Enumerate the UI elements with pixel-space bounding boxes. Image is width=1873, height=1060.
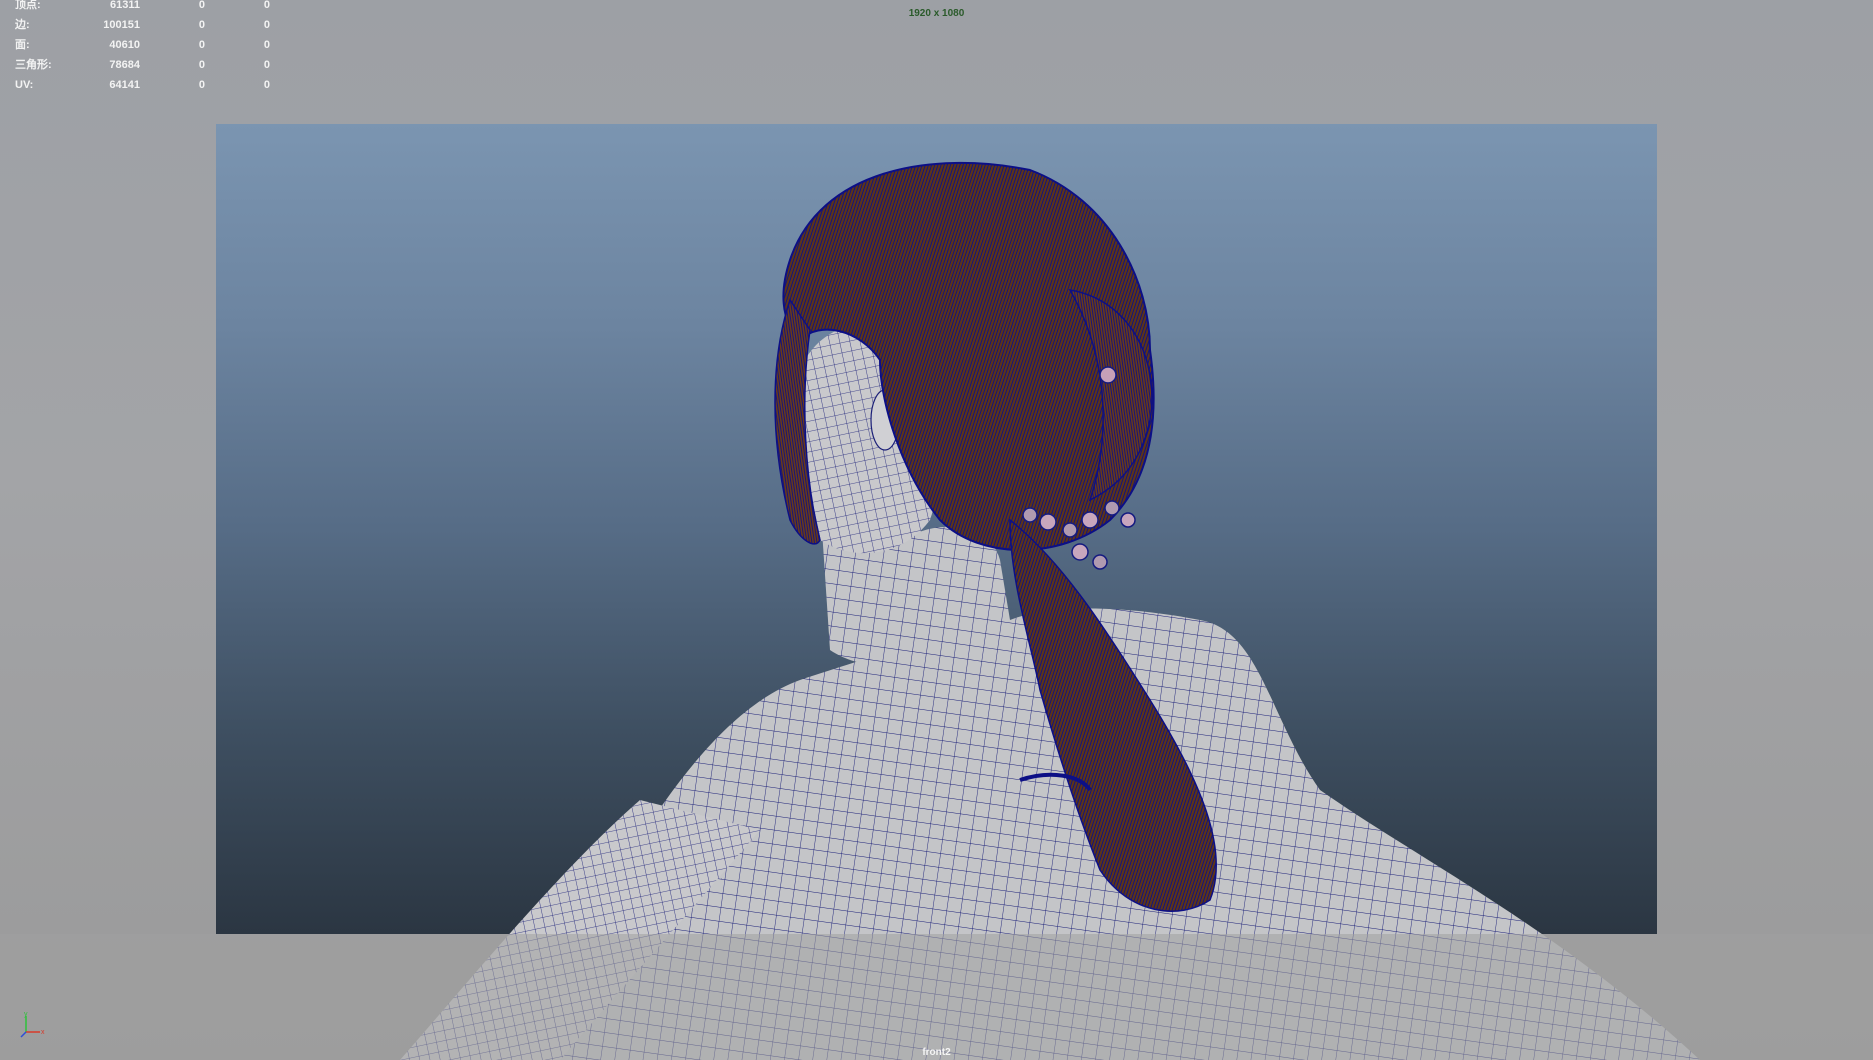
axis-y-label: y [24,1011,28,1018]
viewport-scene[interactable] [0,0,1873,1060]
axis-x-label: x [41,1029,45,1036]
camera-name-label: front2 [922,1047,951,1058]
axis-gizmo-icon: x y [20,1011,45,1038]
